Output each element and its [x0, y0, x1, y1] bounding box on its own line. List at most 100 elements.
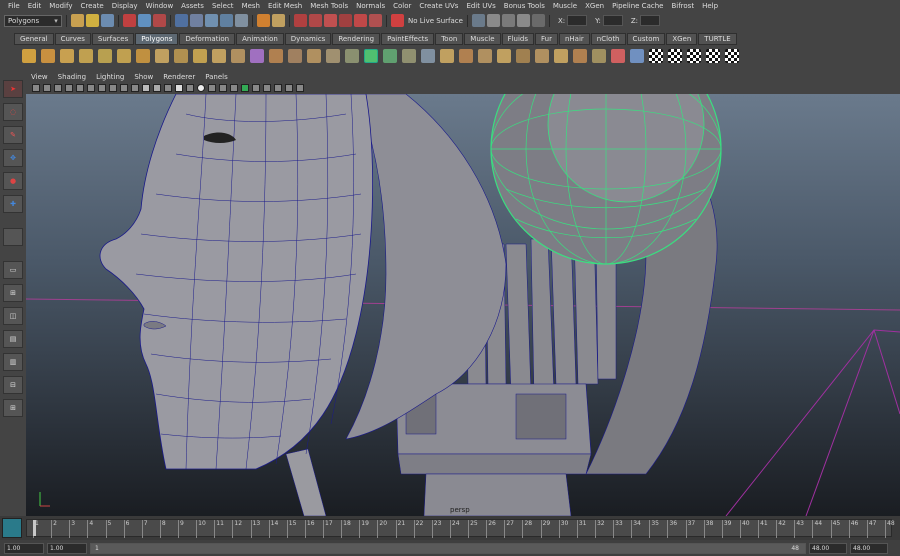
- z-field[interactable]: [639, 15, 660, 26]
- shelf-tab-custom[interactable]: Custom: [626, 33, 666, 45]
- make-live-icon[interactable]: [235, 14, 248, 27]
- checker-map-icon[interactable]: [649, 49, 663, 63]
- poly-prism-icon[interactable]: [136, 49, 150, 63]
- menu-item-edit-mesh[interactable]: Edit Mesh: [264, 2, 306, 10]
- shelf-tab-painteffects[interactable]: PaintEffects: [381, 33, 435, 45]
- layout-single-button[interactable]: ▭: [3, 261, 23, 279]
- menu-item-normals[interactable]: Normals: [352, 2, 389, 10]
- shelf-tab-curves[interactable]: Curves: [54, 33, 91, 45]
- menu-item-bonus-tools[interactable]: Bonus Tools: [500, 2, 549, 10]
- perspective-viewport[interactable]: persp: [26, 94, 900, 516]
- ambient-occlusion-icon[interactable]: [197, 84, 205, 92]
- select-tool-button[interactable]: ➤: [3, 80, 23, 98]
- panel-menu-show[interactable]: Show: [129, 73, 158, 81]
- menu-item-muscle[interactable]: Muscle: [549, 2, 581, 10]
- xray-joints-icon[interactable]: [263, 84, 271, 92]
- safe-title-icon[interactable]: [131, 84, 139, 92]
- menu-item-color[interactable]: Color: [389, 2, 415, 10]
- menu-item-xgen[interactable]: XGen: [581, 2, 608, 10]
- offset-edgeloop-icon[interactable]: [459, 49, 473, 63]
- layout-hypershade-button[interactable]: ⊟: [3, 376, 23, 394]
- camera-icon[interactable]: [32, 84, 40, 92]
- snap-point-icon[interactable]: [205, 14, 218, 27]
- shelf-tab-xgen[interactable]: XGen: [666, 33, 698, 45]
- start-range-field[interactable]: 1.00: [47, 542, 87, 554]
- cylindrical-uv-icon[interactable]: [687, 49, 701, 63]
- shelf-tab-dynamics[interactable]: Dynamics: [284, 33, 332, 45]
- shelf-tab-polygons[interactable]: Polygons: [135, 33, 179, 45]
- uv-editor-icon[interactable]: [630, 49, 644, 63]
- poly-cube-icon[interactable]: [41, 49, 55, 63]
- select-component-icon[interactable]: [153, 14, 166, 27]
- menu-set-select[interactable]: Polygons ▾: [4, 14, 62, 27]
- hypershade-icon[interactable]: [339, 14, 352, 27]
- duplicate-face-icon[interactable]: [573, 49, 587, 63]
- time-slider[interactable]: 1 2 3 4 5 6 7 8 9 10 11 12 13 14 15 16 17 18 19 20 21 22 23 24 2…: [0, 516, 900, 540]
- poly-pipe-icon[interactable]: [174, 49, 188, 63]
- spherical-uv-icon[interactable]: [706, 49, 720, 63]
- layout-persp-outliner-button[interactable]: ▤: [3, 330, 23, 348]
- auto-uv-icon[interactable]: [725, 49, 739, 63]
- gate-mask-icon[interactable]: [98, 84, 106, 92]
- poly-pyramid-icon[interactable]: [155, 49, 169, 63]
- menu-item-mesh-tools[interactable]: Mesh Tools: [306, 2, 352, 10]
- collapse-icon[interactable]: [516, 49, 530, 63]
- merge-icon[interactable]: [497, 49, 511, 63]
- use-lights-icon[interactable]: [175, 84, 183, 92]
- menu-item-file[interactable]: File: [4, 2, 24, 10]
- poly-soccer-ball-icon[interactable]: [212, 49, 226, 63]
- menu-item-select[interactable]: Select: [208, 2, 238, 10]
- bevel-icon[interactable]: [478, 49, 492, 63]
- smooth-shade-icon[interactable]: [153, 84, 161, 92]
- render-view-icon[interactable]: [354, 14, 367, 27]
- new-scene-icon[interactable]: [71, 14, 84, 27]
- menu-item-mesh[interactable]: Mesh: [238, 2, 264, 10]
- paint-select-button[interactable]: ✎: [3, 126, 23, 144]
- shelf-tab-toon[interactable]: Toon: [435, 33, 464, 45]
- shelf-tab-rendering[interactable]: Rendering: [332, 33, 381, 45]
- layer-editor-icon[interactable]: [531, 14, 545, 27]
- menu-item-edit[interactable]: Edit: [24, 2, 46, 10]
- menu-item-edit-uvs[interactable]: Edit UVs: [462, 2, 499, 10]
- move-tool-button[interactable]: ✥: [3, 149, 23, 167]
- xray-icon[interactable]: [252, 84, 260, 92]
- combine-icon[interactable]: [250, 49, 264, 63]
- lasso-tool-button[interactable]: ◌: [3, 103, 23, 121]
- time-ruler[interactable]: 1 2 3 4 5 6 7 8 9 10 11 12 13 14 15 16 17 18 19 20 21 22 23 24 2…: [26, 519, 895, 538]
- shadows-icon[interactable]: [186, 84, 194, 92]
- safe-action-icon[interactable]: [120, 84, 128, 92]
- select-object-icon[interactable]: [138, 14, 151, 27]
- poly-cone-icon[interactable]: [79, 49, 93, 63]
- menu-item-create-uvs[interactable]: Create UVs: [415, 2, 462, 10]
- append-icon[interactable]: [402, 49, 416, 63]
- snap-curve-icon[interactable]: [190, 14, 203, 27]
- shelf-tab-ncloth[interactable]: nCloth: [590, 33, 626, 45]
- panel-menu-panels[interactable]: Panels: [200, 73, 233, 81]
- wireframe-icon[interactable]: [142, 84, 150, 92]
- film-gate-icon[interactable]: [76, 84, 84, 92]
- layout-grid-button[interactable]: ⊞: [3, 399, 23, 417]
- wireframe-on-shaded-icon[interactable]: [241, 84, 249, 92]
- menu-item-window[interactable]: Window: [142, 2, 178, 10]
- channel-box-icon[interactable]: [486, 14, 500, 27]
- field-chart-icon[interactable]: [109, 84, 117, 92]
- last-tool-button[interactable]: [3, 228, 23, 246]
- save-scene-icon[interactable]: [101, 14, 114, 27]
- snap-view-plane-icon[interactable]: [220, 14, 233, 27]
- open-scene-icon[interactable]: [86, 14, 99, 27]
- poly-cylinder-icon[interactable]: [60, 49, 74, 63]
- insert-edgeloop-icon[interactable]: [440, 49, 454, 63]
- x-field[interactable]: [567, 15, 588, 26]
- current-time-marker[interactable]: [33, 520, 36, 536]
- shelf-tab-fluids[interactable]: Fluids: [501, 33, 534, 45]
- range-bar[interactable]: 1 48: [90, 542, 806, 554]
- bookmark-icon[interactable]: [43, 84, 51, 92]
- poke-icon[interactable]: [535, 49, 549, 63]
- history-icon[interactable]: [257, 14, 270, 27]
- planar-uv-icon[interactable]: [668, 49, 682, 63]
- separate-icon[interactable]: [269, 49, 283, 63]
- snap-grid-icon[interactable]: [175, 14, 188, 27]
- shelf-tab-turtle[interactable]: TURTLE: [698, 33, 737, 45]
- shelf-tab-nhair[interactable]: nHair: [558, 33, 590, 45]
- rotate-tool-button[interactable]: ●: [3, 172, 23, 190]
